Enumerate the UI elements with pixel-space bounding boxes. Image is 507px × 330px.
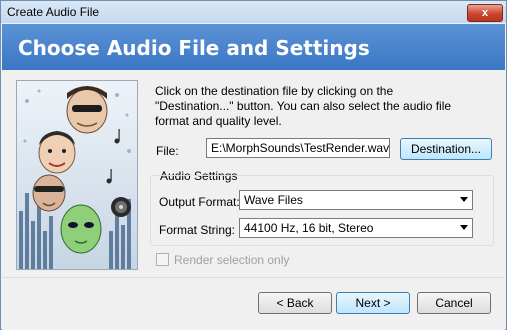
wizard-footer: < Back Next > Cancel [2,277,505,330]
chevron-down-icon [460,197,468,202]
render-selection-checkbox[interactable] [156,253,169,266]
title-bar[interactable]: Create Audio File x [1,1,506,23]
output-format-label: Output Format: [159,195,240,209]
audio-illustration [16,80,138,270]
chevron-down-icon [460,225,468,230]
next-button[interactable]: Next > [336,292,410,314]
page-title: Choose Audio File and Settings [18,36,370,60]
format-string-value: 44100 Hz, 16 bit, Stereo [244,221,374,235]
format-string-label: Format String: [159,223,236,237]
cancel-button[interactable]: Cancel [417,292,491,314]
render-selection-label: Render selection only [174,253,290,267]
audio-settings-group: Output Format: Wave Files Format String:… [150,175,494,246]
illustration-graphic [17,81,137,269]
output-format-select[interactable]: Wave Files [239,190,473,210]
file-label: File: [156,144,179,158]
instruction-text: Click on the destination file by clickin… [155,84,452,128]
output-format-value: Wave Files [244,193,303,207]
window-title: Create Audio File [7,5,100,19]
format-string-select[interactable]: 44100 Hz, 16 bit, Stereo [239,218,473,238]
close-button[interactable]: x [467,4,503,22]
wizard-header: Choose Audio File and Settings [2,24,505,70]
destination-button[interactable]: Destination... [400,138,492,160]
back-button[interactable]: < Back [258,292,332,314]
dialog-window: Create Audio File x Choose Audio File an… [0,0,507,330]
file-path-field[interactable]: E:\MorphSounds\TestRender.wav [206,138,390,158]
close-icon: x [481,7,489,19]
render-selection-option[interactable]: Render selection only [156,253,289,267]
wizard-content: Click on the destination file by clickin… [2,70,505,277]
